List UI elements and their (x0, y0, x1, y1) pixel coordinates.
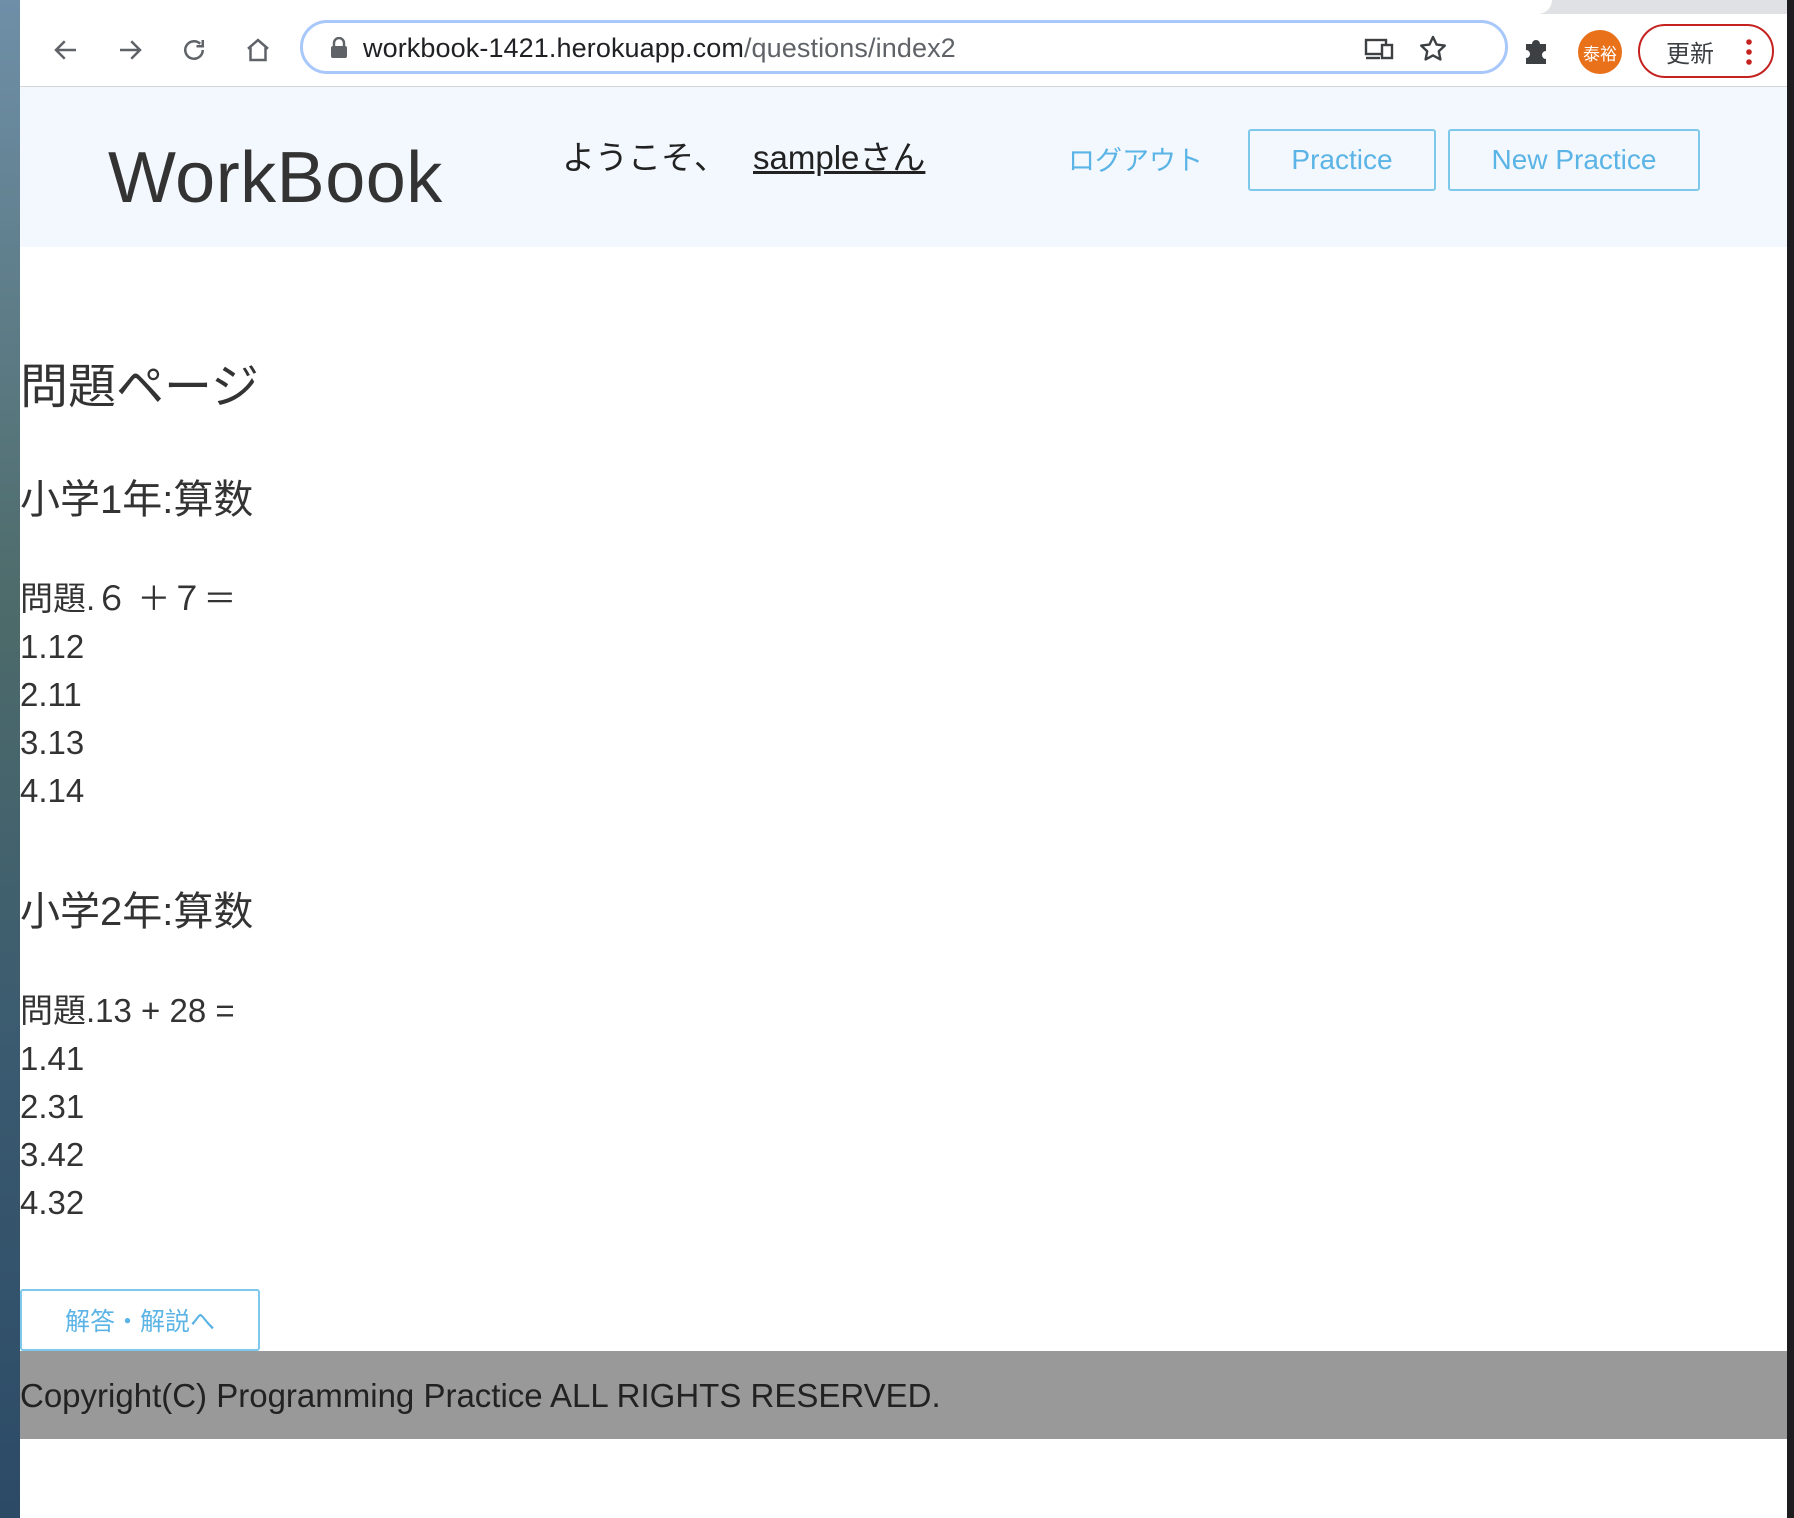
page-title: 問題ページ (20, 361, 260, 414)
answer-explanation-button[interactable]: 解答・解説へ (20, 1289, 260, 1351)
copyright-text: Copyright(C) Programming Practice ALL RI… (20, 1377, 941, 1414)
choice-item: 2.31 (20, 1088, 85, 1125)
welcome-message: ようこそ、 sampleさん (562, 131, 925, 179)
forward-button[interactable] (108, 28, 152, 72)
profile-avatar[interactable]: 泰裕 (1578, 30, 1622, 74)
choice-item: 1.41 (20, 1040, 85, 1077)
update-label: 更新 (1666, 40, 1714, 68)
choice-item: 2.11 (20, 676, 82, 713)
update-button[interactable]: 更新 (1638, 24, 1774, 78)
username-link[interactable]: sampleさん (753, 139, 925, 176)
url-path: /questions/index2 (743, 33, 956, 63)
browser-toolbar: workbook-1421.herokuapp.com/questions/in… (20, 14, 1787, 87)
choice-item: 3.42 (20, 1136, 85, 1173)
question-text: 問題.13 + 28 = (20, 992, 235, 1029)
new-practice-button[interactable]: New Practice (1448, 129, 1700, 191)
site-logo[interactable]: WorkBook (108, 137, 443, 219)
logout-link[interactable]: ログアウト (1068, 139, 1203, 178)
section-title: 小学1年:算数 (20, 478, 254, 522)
browser-window: workbook-1421.herokuapp.com/questions/in… (20, 0, 1787, 1518)
reload-button[interactable] (172, 28, 216, 72)
choice-item: 1.12 (20, 628, 85, 665)
home-icon (247, 38, 269, 62)
lock-icon (331, 37, 347, 58)
site-header: WorkBook ようこそ、 sampleさん ログアウト Practice Ne… (20, 87, 1787, 247)
choice-item: 4.32 (20, 1184, 85, 1221)
site-footer: Copyright(C) Programming Practice ALL RI… (20, 1351, 1787, 1439)
menu-kebab-icon (1746, 39, 1752, 65)
url-text: workbook-1421.herokuapp.com/questions/in… (363, 33, 956, 64)
cast-devices-icon[interactable] (1363, 33, 1395, 65)
web-page: WorkBook ようこそ、 sampleさん ログアウト Practice Ne… (20, 87, 1787, 1518)
practice-button[interactable]: Practice (1248, 129, 1436, 191)
question-text: 問題.６ ＋７＝ (20, 580, 237, 617)
extensions-puzzle-icon[interactable] (1518, 32, 1554, 68)
home-button[interactable] (236, 28, 280, 72)
choice-item: 4.14 (20, 772, 85, 809)
reload-icon (184, 40, 204, 60)
url-host: workbook-1421.herokuapp.com (363, 33, 744, 63)
address-bar[interactable]: workbook-1421.herokuapp.com/questions/in… (300, 20, 1508, 74)
welcome-prefix: ようこそ、 (562, 139, 727, 176)
back-arrow-icon (54, 40, 76, 60)
forward-arrow-icon (120, 40, 142, 60)
choice-item: 3.13 (20, 724, 85, 761)
section-title: 小学2年:算数 (20, 890, 254, 934)
tab-strip (20, 0, 1787, 14)
active-tab[interactable] (20, 0, 1552, 14)
bookmark-star-icon[interactable] (1417, 33, 1449, 65)
back-button[interactable] (44, 28, 88, 72)
